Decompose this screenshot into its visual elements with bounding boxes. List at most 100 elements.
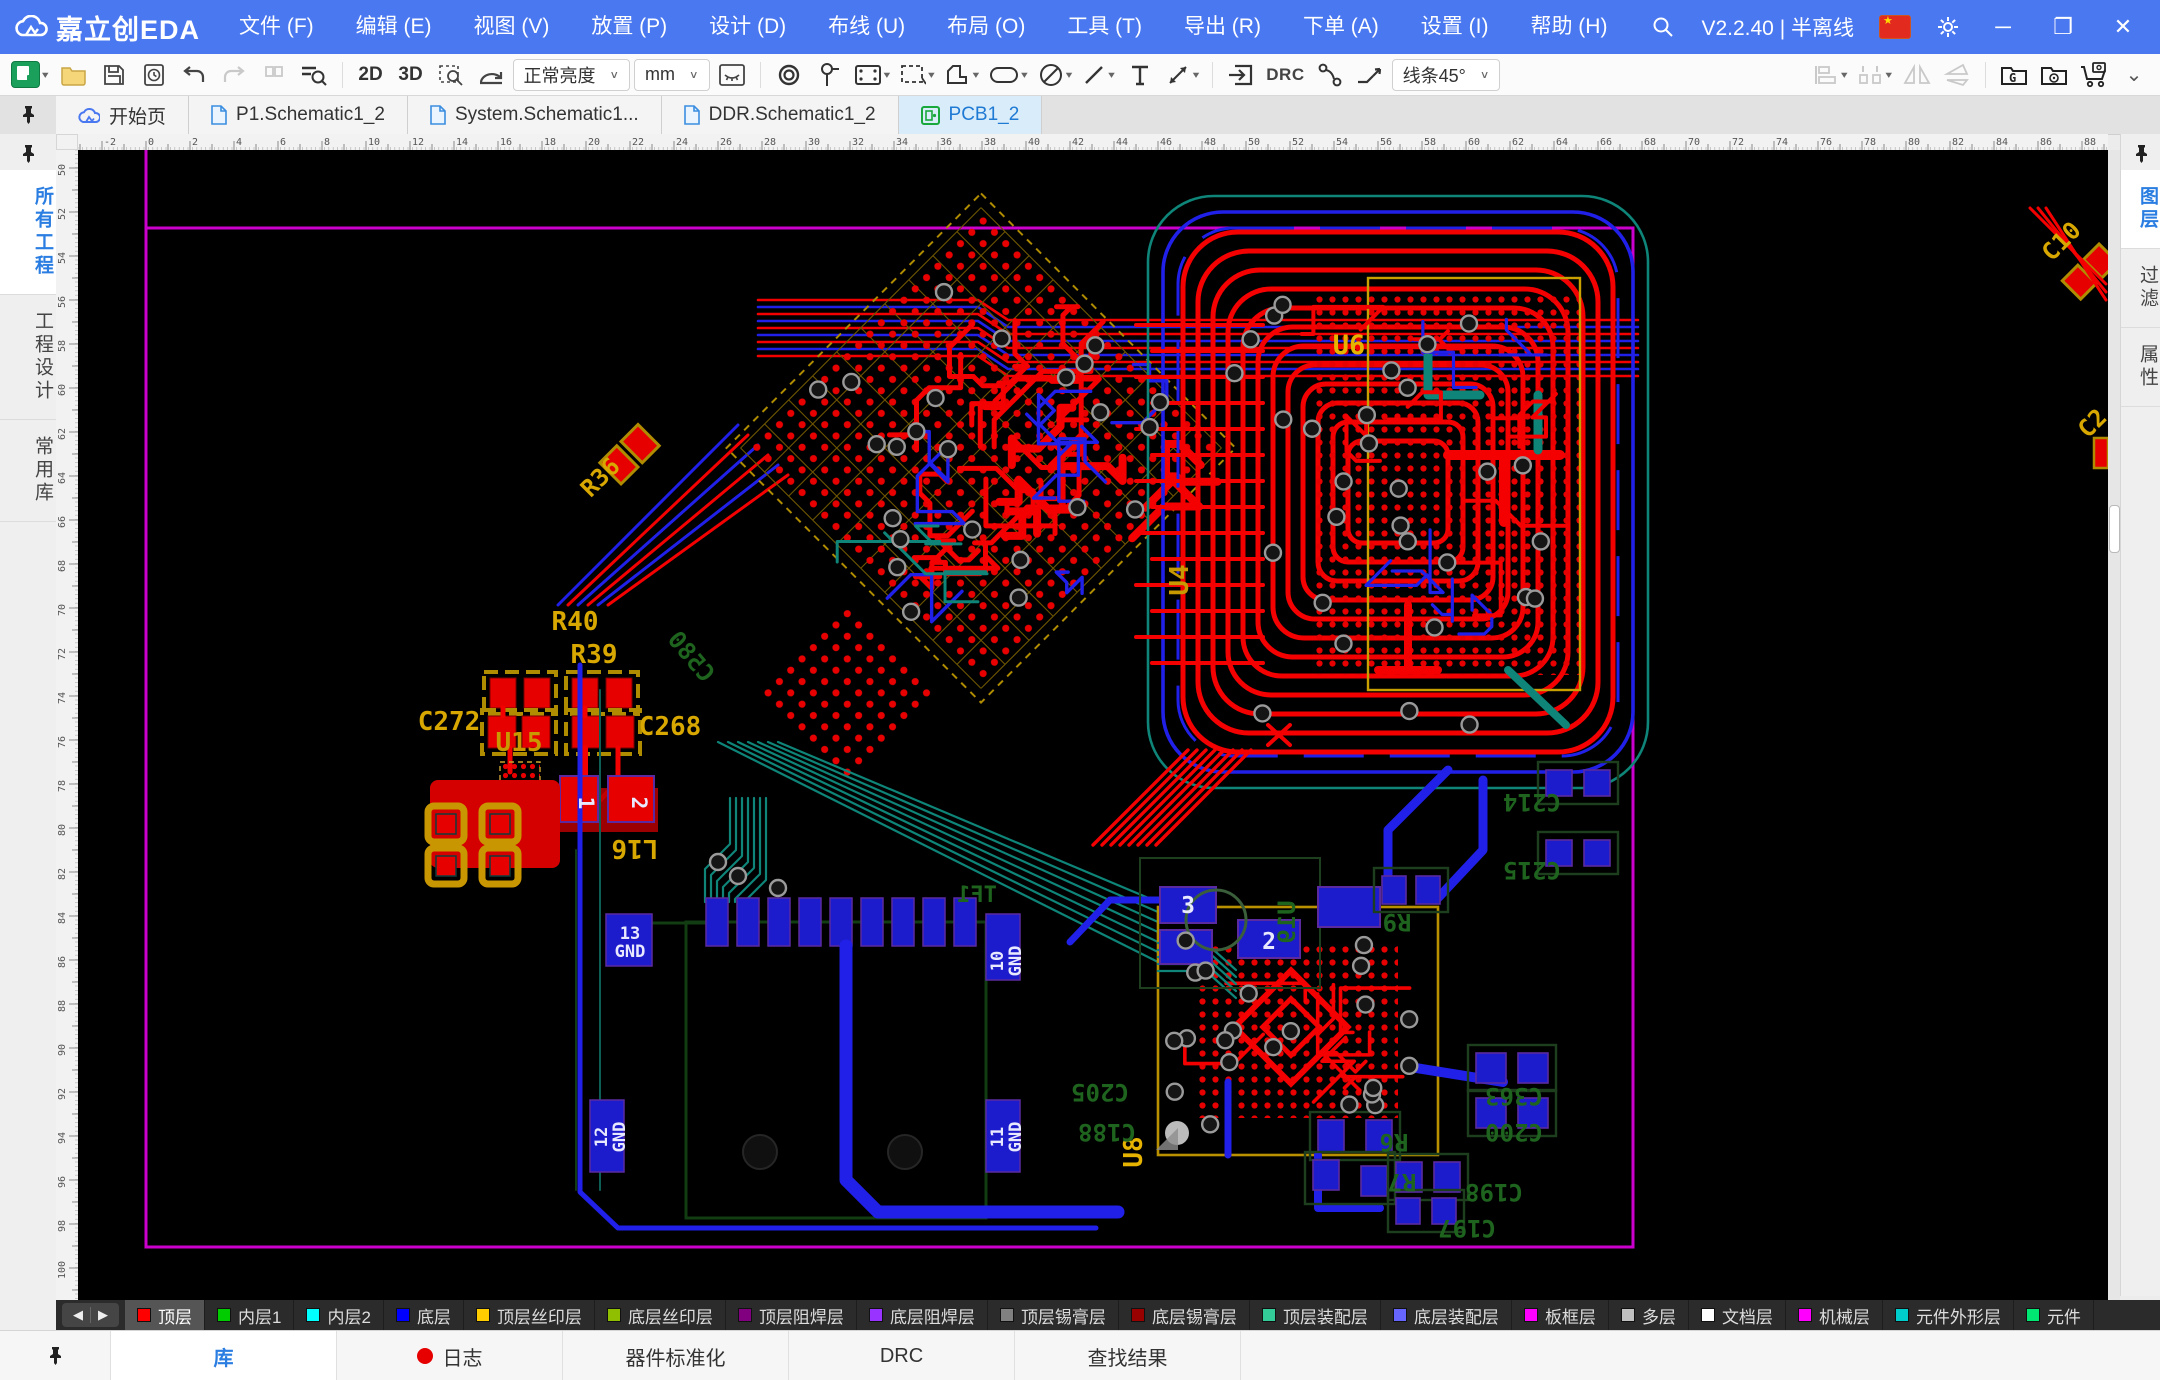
text-tool-button[interactable] bbox=[1122, 58, 1158, 92]
minimize-button[interactable]: ─ bbox=[1986, 14, 2020, 40]
doc-tab-P1.Schematic1_2[interactable]: P1.Schematic1_2 bbox=[189, 96, 408, 134]
pin-icon[interactable] bbox=[21, 144, 36, 164]
status-tab-查找结果[interactable]: 查找结果 bbox=[1015, 1331, 1241, 1380]
drc-button[interactable]: DRC bbox=[1263, 58, 1307, 92]
layer-chip-底层丝印层[interactable]: 底层丝印层 bbox=[595, 1300, 726, 1330]
pin-icon[interactable] bbox=[2134, 144, 2149, 164]
find-similar-button[interactable] bbox=[296, 58, 332, 92]
search-icon[interactable] bbox=[1651, 15, 1675, 39]
layer-chip-内层1[interactable]: 内层1 bbox=[205, 1300, 294, 1330]
app-logo[interactable]: 嘉立创EDA bbox=[0, 8, 218, 47]
copper-area-tool-button[interactable]: ▾ bbox=[942, 58, 983, 92]
right-tab-属性[interactable]: 属性 bbox=[2121, 328, 2160, 407]
menu-item-10[interactable]: 下单 (A) bbox=[1282, 0, 1400, 54]
layer-chip-底层装配层[interactable]: 底层装配层 bbox=[1381, 1300, 1512, 1330]
open-folder-button[interactable] bbox=[56, 58, 92, 92]
left-tab-所有工程[interactable]: 所有工程 bbox=[0, 170, 56, 295]
layer-chip-底层阻焊层[interactable]: 底层阻焊层 bbox=[857, 1300, 988, 1330]
layer-chip-底层锡膏层[interactable]: 底层锡膏层 bbox=[1119, 1300, 1250, 1330]
zoom-area-button[interactable] bbox=[433, 58, 469, 92]
new-design-button[interactable]: ▾ bbox=[8, 58, 52, 92]
layer-chip-多层[interactable]: 多层 bbox=[1609, 1300, 1689, 1330]
menu-item-12[interactable]: 帮助 (H) bbox=[1509, 0, 1628, 54]
left-tab-常用库[interactable]: 常用库 bbox=[0, 420, 56, 522]
distribute-button[interactable]: ▾ bbox=[1854, 58, 1895, 92]
pin-icon[interactable] bbox=[48, 1346, 63, 1366]
menu-item-1[interactable]: 文件 (F) bbox=[218, 0, 335, 54]
keepout-tool-button[interactable]: ▾ bbox=[1035, 58, 1076, 92]
layer-chip-机械层[interactable]: 机械层 bbox=[1786, 1300, 1883, 1330]
menu-item-7[interactable]: 布局 (O) bbox=[926, 0, 1046, 54]
menu-item-8[interactable]: 工具 (T) bbox=[1046, 0, 1163, 54]
select-area-tool-button[interactable]: ▾ bbox=[897, 58, 938, 92]
layer-chip-元件外形层[interactable]: 元件外形层 bbox=[1883, 1300, 2014, 1330]
doc-tab-System.Schematic1...[interactable]: System.Schematic1... bbox=[408, 96, 662, 134]
layer-chip-顶层锡膏层[interactable]: 顶层锡膏层 bbox=[988, 1300, 1119, 1330]
flip-horizontal-button[interactable] bbox=[1899, 58, 1935, 92]
paste-button[interactable] bbox=[256, 58, 292, 92]
align-button[interactable]: ▾ bbox=[1810, 58, 1851, 92]
measure-tool-button[interactable]: ▾ bbox=[1162, 58, 1203, 92]
export-coordinates-button[interactable] bbox=[2036, 58, 2072, 92]
flip-vertical-button[interactable] bbox=[1939, 58, 1975, 92]
via-tool-button[interactable] bbox=[811, 58, 847, 92]
right-tab-图层[interactable]: 图层 bbox=[2121, 170, 2160, 249]
view-3d-button[interactable]: 3D bbox=[393, 58, 429, 92]
doc-tab-开始页[interactable]: 开始页 bbox=[56, 96, 189, 134]
status-tab-库[interactable]: 库 bbox=[110, 1331, 337, 1380]
close-button[interactable]: ✕ bbox=[2106, 14, 2140, 40]
doc-tab-DDR.Schematic1_2[interactable]: DDR.Schematic1_2 bbox=[662, 96, 899, 134]
menu-item-2[interactable]: 编辑 (E) bbox=[335, 0, 453, 54]
ratline-tool-button[interactable] bbox=[1312, 58, 1348, 92]
layer-chip-文档层[interactable]: 文档层 bbox=[1689, 1300, 1786, 1330]
menu-item-11[interactable]: 设置 (I) bbox=[1400, 0, 1510, 54]
menu-item-9[interactable]: 导出 (R) bbox=[1163, 0, 1282, 54]
pin-icon[interactable] bbox=[21, 105, 36, 125]
hide-ratlines-button[interactable] bbox=[714, 58, 750, 92]
redo-button[interactable] bbox=[216, 58, 252, 92]
scrollbar-thumb[interactable] bbox=[2109, 505, 2120, 553]
line-tool-button[interactable]: ▾ bbox=[1079, 58, 1118, 92]
collapse-toolbar-chevron[interactable]: ⌄ bbox=[2116, 58, 2152, 92]
menu-item-5[interactable]: 设计 (D) bbox=[688, 0, 807, 54]
layer-chip-顶层阻焊层[interactable]: 顶层阻焊层 bbox=[726, 1300, 857, 1330]
menu-item-4[interactable]: 放置 (P) bbox=[570, 0, 688, 54]
status-tab-器件标准化[interactable]: 器件标准化 bbox=[563, 1331, 789, 1380]
brightness-select[interactable]: 正常亮度∨ bbox=[513, 59, 631, 91]
layer-chip-元件[interactable]: 元件 bbox=[2014, 1300, 2094, 1330]
status-tab-DRC[interactable]: DRC bbox=[789, 1331, 1015, 1380]
import-changes-button[interactable] bbox=[1223, 58, 1259, 92]
settings-gear-icon[interactable] bbox=[1936, 15, 1960, 39]
save-history-button[interactable] bbox=[136, 58, 172, 92]
view-2d-button[interactable]: 2D bbox=[353, 58, 389, 92]
status-tab-日志[interactable]: 日志 bbox=[337, 1331, 563, 1380]
footprint-tool-button[interactable]: ▾ bbox=[851, 58, 894, 92]
right-tab-过滤[interactable]: 过滤 bbox=[2121, 249, 2160, 328]
left-tab-工程设计[interactable]: 工程设计 bbox=[0, 295, 56, 420]
line-mode-select[interactable]: 线条45°∨ bbox=[1392, 59, 1501, 91]
layer-nav-left-arrow[interactable]: ◀ bbox=[66, 1307, 90, 1323]
undo-button[interactable] bbox=[176, 58, 212, 92]
layer-chip-顶层装配层[interactable]: 顶层装配层 bbox=[1250, 1300, 1381, 1330]
layer-chip-顶层丝印层[interactable]: 顶层丝印层 bbox=[464, 1300, 595, 1330]
layer-chip-板框层[interactable]: 板框层 bbox=[1512, 1300, 1609, 1330]
order-pcb-cart-button[interactable] bbox=[2076, 58, 2112, 92]
route-tool-button[interactable] bbox=[1352, 58, 1388, 92]
save-button[interactable] bbox=[96, 58, 132, 92]
layer-chip-内层2[interactable]: 内层2 bbox=[294, 1300, 383, 1330]
language-flag-icon[interactable] bbox=[1880, 16, 1910, 38]
pan-canvas-button[interactable] bbox=[473, 58, 509, 92]
menu-item-6[interactable]: 布线 (U) bbox=[807, 0, 926, 54]
layer-chip-顶层[interactable]: 顶层 bbox=[125, 1300, 205, 1330]
layer-nav[interactable]: ◀ ▶ bbox=[62, 1303, 119, 1327]
export-gerber-button[interactable]: G bbox=[1996, 58, 2032, 92]
oval-tool-button[interactable]: ▾ bbox=[986, 58, 1031, 92]
restore-button[interactable]: ❐ bbox=[2046, 14, 2080, 40]
doc-tab-PCB1_2[interactable]: PCB1_2 bbox=[899, 96, 1043, 134]
menu-item-3[interactable]: 视图 (V) bbox=[453, 0, 571, 54]
pcb-canvas[interactable]: R36R40R39C272C268U15L16C580U6U4U8U19R9R6… bbox=[78, 150, 2108, 1300]
vertical-scrollbar[interactable] bbox=[2108, 150, 2120, 1300]
layer-nav-right-arrow[interactable]: ▶ bbox=[91, 1307, 115, 1323]
layer-chip-底层[interactable]: 底层 bbox=[384, 1300, 464, 1330]
unit-select[interactable]: mm∨ bbox=[634, 59, 710, 91]
